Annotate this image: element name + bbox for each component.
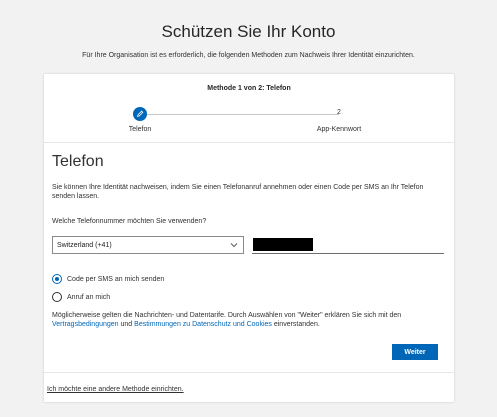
wizard-heading: Methode 1 von 2: Telefon (207, 85, 291, 92)
page-title: Schützen Sie Ihr Konto (161, 22, 336, 41)
legal-prefix: Möglicherweise gelten die Nachrichten- u… (52, 312, 402, 319)
legal-and: und (120, 321, 133, 328)
divider (44, 142, 454, 143)
country-code-value: Switzerland (+41) (57, 242, 112, 249)
privacy-cookies-link[interactable]: Bestimmungen zu Datenschutz und Cookies (134, 321, 272, 328)
section-description: Sie können Ihre Identität nachweisen, in… (52, 184, 424, 200)
setup-card: Methode 1 von 2: Telefon 2 Telefon App-K… (44, 74, 454, 402)
step-progress-line (139, 114, 339, 115)
step-2-number: 2 (337, 109, 341, 116)
legal-suffix: einverstanden. (273, 321, 320, 328)
option-call[interactable]: Anruf an mich (52, 291, 110, 303)
radio-sms[interactable] (52, 274, 62, 284)
other-method-link[interactable]: Ich möchte eine andere Methode einrichte… (47, 386, 184, 393)
section-title: Telefon (52, 153, 104, 170)
chevron-down-icon (230, 243, 238, 248)
radio-call[interactable] (52, 292, 62, 302)
phone-question: Welche Telefonnummer möchten Sie verwend… (52, 218, 207, 225)
option-sms-label: Code per SMS an mich senden (67, 275, 165, 283)
terms-link[interactable]: Vertragsbedingungen (52, 321, 119, 328)
country-code-select[interactable]: Switzerland (+41) (52, 236, 244, 254)
step-1-label: Telefon (128, 126, 152, 133)
legal-notice: Möglicherweise gelten die Nachrichten- u… (52, 311, 452, 329)
pencil-icon (137, 110, 144, 117)
option-sms[interactable]: Code per SMS an mich senden (52, 273, 164, 285)
redacted-phone-number (253, 238, 313, 251)
step-2-label: App-Kennwort (316, 126, 362, 133)
phone-number-input[interactable] (252, 236, 444, 254)
page-subtitle: Für Ihre Organisation ist es erforderlic… (82, 52, 415, 59)
next-button[interactable]: Weiter (392, 344, 438, 360)
step-1-indicator (133, 107, 147, 121)
option-call-label: Anruf an mich (67, 293, 111, 301)
footer-divider (44, 372, 454, 373)
